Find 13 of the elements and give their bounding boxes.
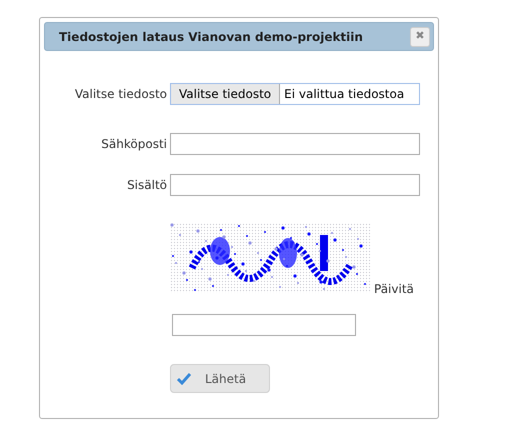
- input-field[interactable]: [170, 133, 420, 155]
- choose-file-button[interactable]: Valitse tiedosto: [171, 84, 280, 104]
- file-status: Ei valittua tiedostoa: [283, 86, 404, 103]
- captcha-field[interactable]: [172, 314, 356, 336]
- input-field[interactable]: [170, 174, 420, 196]
- check-icon: [177, 372, 191, 384]
- submit-button[interactable]: Lähetä: [170, 364, 270, 393]
- field-label: Sähköposti: [100, 136, 168, 153]
- file-label: Valitse tiedosto: [74, 86, 168, 103]
- refresh-link[interactable]: Päivitä: [374, 283, 414, 295]
- file-input[interactable]: Valitse tiedosto Ei valittua tiedostoa: [170, 83, 420, 105]
- dialog-title: Tiedostojen lataus Vianovan demo-projektiin: [59, 28, 363, 46]
- field-label: Sisältö: [126, 177, 168, 194]
